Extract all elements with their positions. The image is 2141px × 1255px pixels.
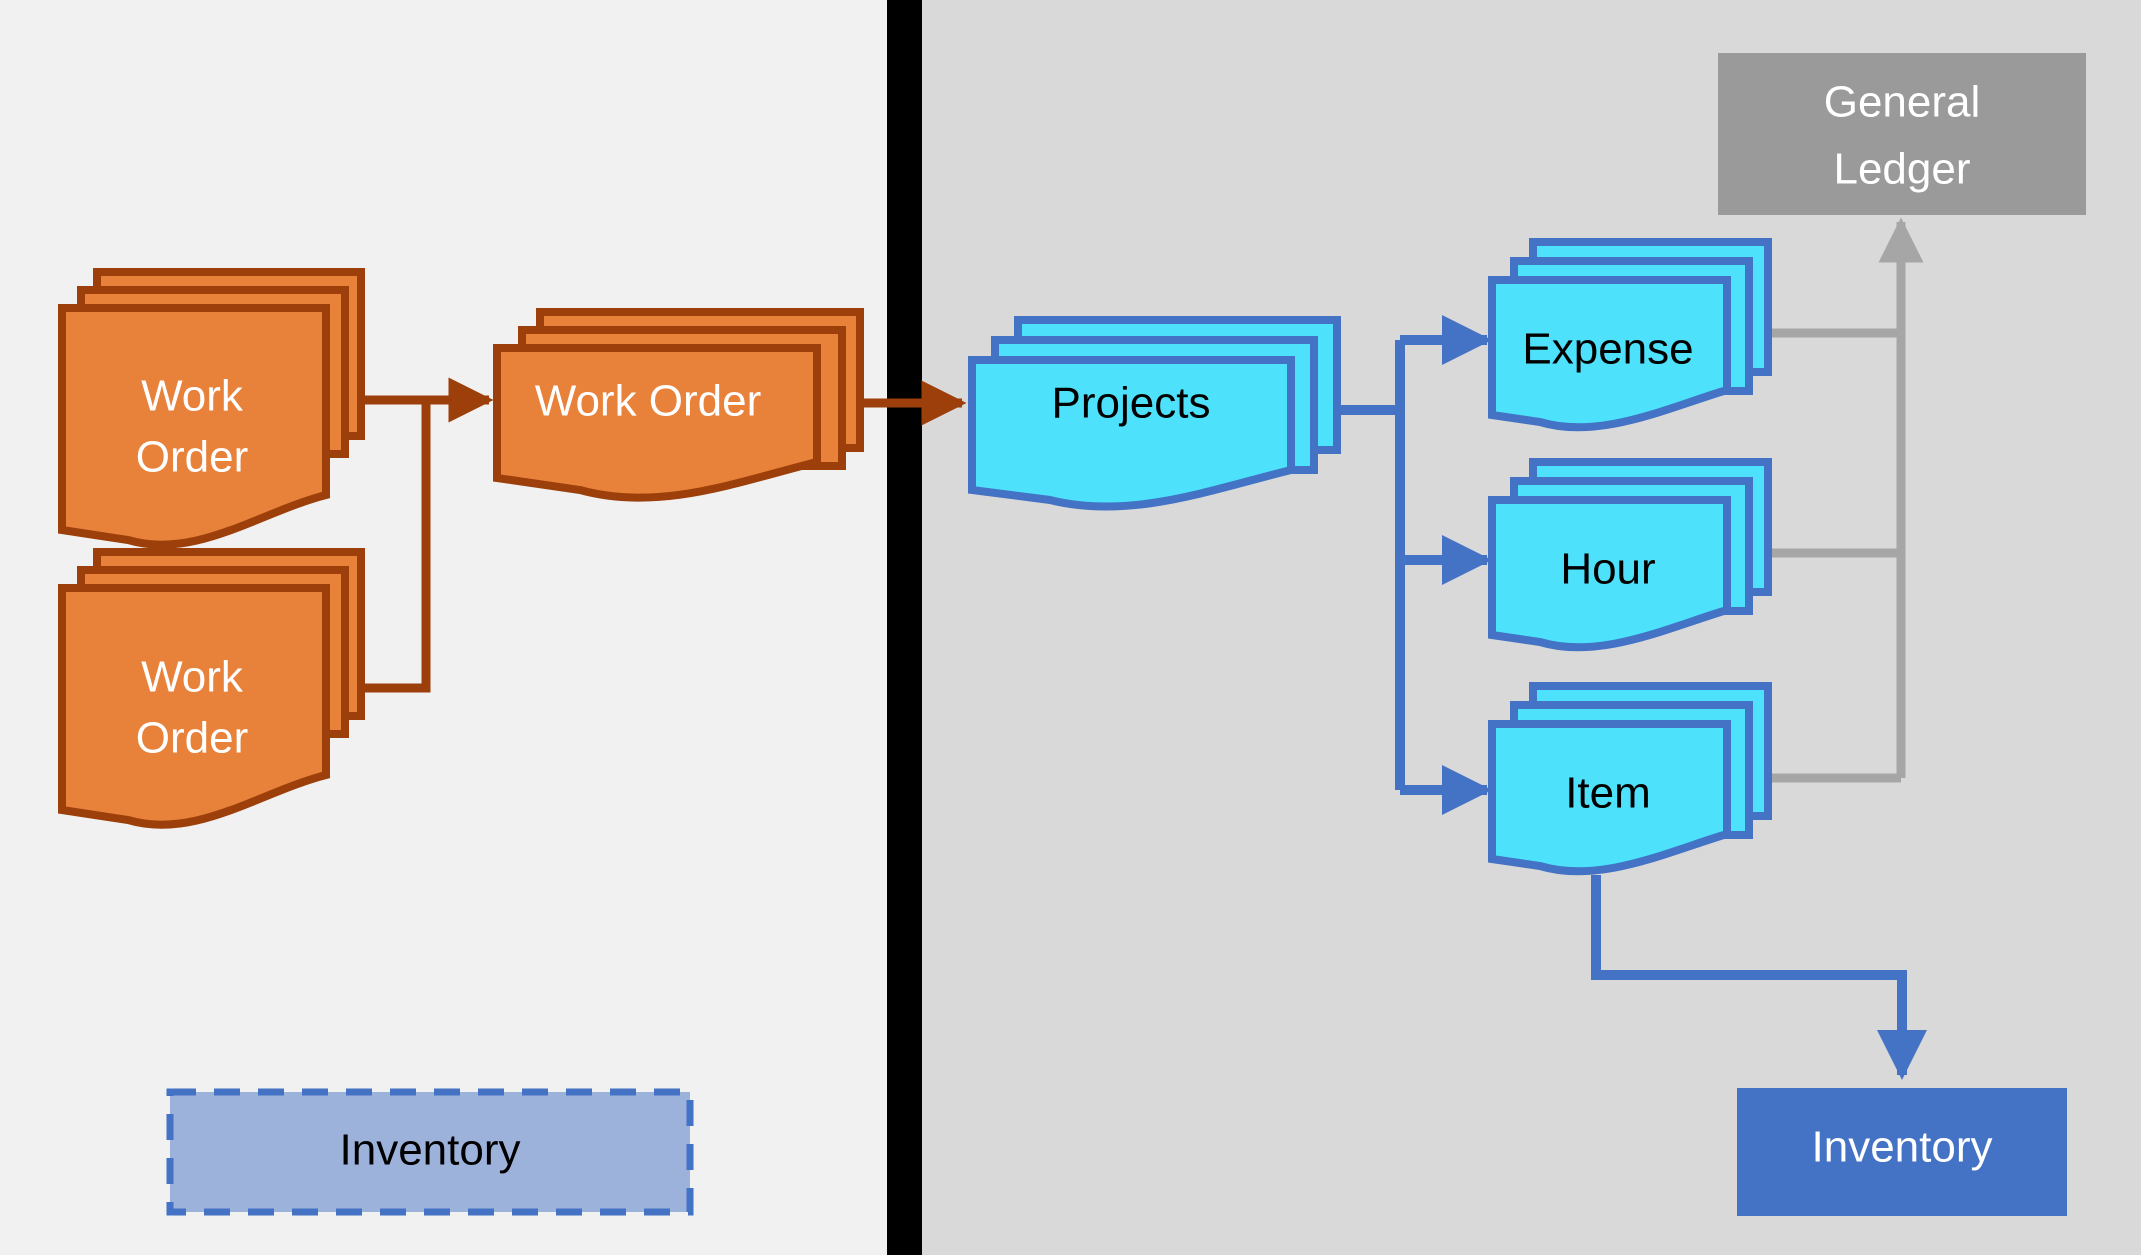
node-label: Expense	[1522, 325, 1693, 374]
node-label: Work Order	[535, 377, 762, 426]
node-label-line-2: Order	[136, 714, 248, 763]
node-label-line-1: General	[1824, 78, 1981, 127]
node-general-ledger[interactable]: General Ledger	[1718, 53, 2086, 215]
pane-divider	[887, 0, 922, 1255]
node-label-line-1: Work	[141, 372, 244, 421]
node-label: Item	[1565, 769, 1651, 818]
doc-front-page	[58, 584, 330, 829]
node-work-order-merged[interactable]: Work Order	[493, 308, 864, 502]
node-inventory-right[interactable]: Inventory	[1737, 1088, 2067, 1216]
node-label: Inventory	[1812, 1123, 1993, 1172]
doc-front-page	[58, 304, 330, 549]
node-label-line-2: Order	[136, 433, 248, 482]
node-label: Inventory	[340, 1126, 521, 1175]
node-label-line-2: Ledger	[1833, 145, 1970, 194]
node-label-line-1: Work	[141, 653, 244, 702]
node-label: Hour	[1560, 545, 1655, 594]
node-inventory-left[interactable]: Inventory	[166, 1088, 694, 1216]
node-label: Projects	[1052, 379, 1211, 428]
diagram-canvas: Work Order Work Order Work Order Invento…	[0, 0, 2141, 1255]
